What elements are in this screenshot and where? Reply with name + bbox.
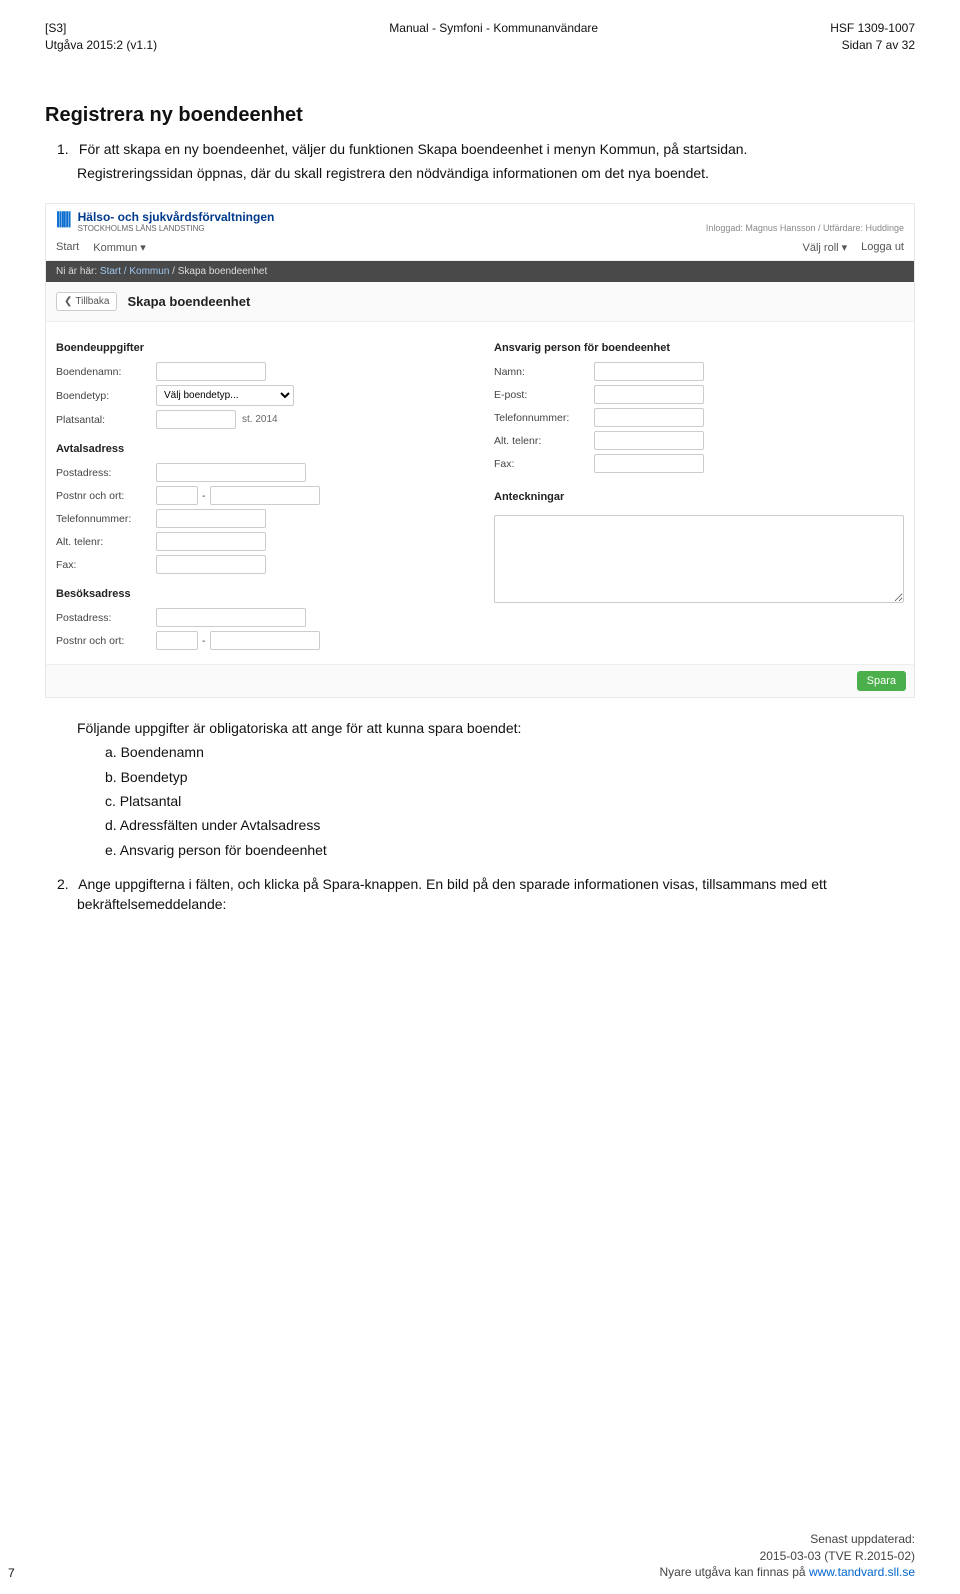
breadcrumb-prefix: Ni är här: — [56, 266, 97, 277]
page-footer: Senast uppdaterad: 2015-03-03 (TVE R.201… — [660, 1531, 915, 1580]
input-b-postnr[interactable] — [156, 631, 198, 650]
group-boendeuppgifter: Boendeuppgifter — [56, 342, 466, 354]
list-item-e: e. Ansvarig person för boendeenhet — [105, 840, 915, 860]
input-ort[interactable] — [210, 486, 320, 505]
footer-link[interactable]: www.tandvard.sll.se — [809, 1565, 915, 1579]
app-top-bar: ⦀⦀ Hälso- och sjukvårdsförvaltningen STO… — [46, 204, 914, 235]
input-fax[interactable] — [156, 555, 266, 574]
list-item-b: b. Boendetyp — [105, 767, 915, 787]
menu-item-logout[interactable]: Logga ut — [861, 241, 904, 254]
brand-subtitle: STOCKHOLMS LÄNS LANDSTING — [78, 224, 275, 233]
header-edition: Utgåva 2015:2 (v1.1) — [45, 37, 157, 54]
group-avtalsadress: Avtalsadress — [56, 443, 466, 455]
dash-1: - — [202, 490, 206, 502]
input-epost[interactable] — [594, 385, 704, 404]
footer-l2: 2015-03-03 (TVE R.2015-02) — [660, 1548, 915, 1564]
label-r-tele: Telefonnummer: — [494, 412, 594, 424]
list-item-a: a. Boendenamn — [105, 742, 915, 762]
header-title: Manual - Symfoni - Kommunanvändare — [157, 20, 830, 37]
footer-l3-pre: Nyare utgåva kan finnas på — [660, 1565, 809, 1579]
para1-text-a: För att skapa en ny boendeenhet, väljer … — [79, 141, 748, 157]
footer-l1: Senast uppdaterad: — [660, 1531, 915, 1547]
para3-text: Ange uppgifterna i fälten, och klicka på… — [77, 876, 827, 912]
header-left: [S3] Utgåva 2015:2 (v1.1) — [45, 20, 157, 54]
form-footer: Spara — [46, 664, 914, 697]
body-paragraph-2: Följande uppgifter är obligatoriska att … — [77, 718, 915, 860]
group-besoksadress: Besöksadress — [56, 588, 466, 600]
chevron-left-icon: ❮ — [64, 296, 72, 307]
dash-2: - — [202, 635, 206, 647]
section-title: Registrera ny boendeenhet — [45, 104, 915, 127]
label-boendetyp: Boendetyp: — [56, 390, 156, 402]
label-boendenamn: Boendenamn: — [56, 366, 156, 378]
input-postnr[interactable] — [156, 486, 198, 505]
breadcrumb-links[interactable]: Start / Kommun — [100, 266, 169, 277]
back-label: Tillbaka — [75, 296, 109, 307]
suffix-platsantal: st. 2014 — [242, 414, 278, 425]
header-docnum: HSF 1309-1007 — [830, 20, 915, 37]
input-r-fax[interactable] — [594, 454, 704, 473]
form-area: Boendeuppgifter Boendenamn: Boendetyp: V… — [46, 322, 914, 664]
back-button[interactable]: ❮ Tillbaka — [56, 292, 117, 311]
para2-intro: Följande uppgifter är obligatoriska att … — [77, 718, 915, 738]
menu-item-start[interactable]: Start — [56, 241, 79, 254]
list-number-1: 1. — [57, 139, 75, 159]
form-left-column: Boendeuppgifter Boendenamn: Boendetyp: V… — [56, 336, 466, 654]
page-heading-row: ❮ Tillbaka Skapa boendeenhet — [46, 282, 914, 322]
label-platsantal: Platsantal: — [56, 414, 156, 426]
doc-header: [S3] Utgåva 2015:2 (v1.1) Manual - Symfo… — [45, 20, 915, 54]
label-r-alt: Alt. telenr: — [494, 435, 594, 447]
page-number: 7 — [8, 1566, 15, 1580]
menu-item-role[interactable]: Välj roll ▾ — [803, 241, 848, 254]
body-paragraph-1: 1. För att skapa en ny boendeenhet, välj… — [77, 139, 915, 184]
label-r-fax: Fax: — [494, 458, 594, 470]
select-boendetyp[interactable]: Välj boendetyp... — [156, 385, 294, 406]
label-postnr: Postnr och ort: — [56, 490, 156, 502]
list-item-c: c. Platsantal — [105, 791, 915, 811]
login-info: Inloggad: Magnus Hansson / Utfärdare: Hu… — [706, 223, 904, 233]
label-b-postnr: Postnr och ort: — [56, 635, 156, 647]
form-right-column: Ansvarig person för boendeenhet Namn: E-… — [494, 336, 904, 654]
input-tele[interactable] — [156, 509, 266, 528]
input-b-ort[interactable] — [210, 631, 320, 650]
input-platsantal[interactable] — [156, 410, 236, 429]
main-menu: Start Kommun ▾ Välj roll ▾ Logga ut — [46, 235, 914, 261]
label-epost: E-post: — [494, 389, 594, 401]
app-screenshot: ⦀⦀ Hälso- och sjukvårdsförvaltningen STO… — [45, 203, 915, 698]
input-b-postadr[interactable] — [156, 608, 306, 627]
input-postadr[interactable] — [156, 463, 306, 482]
group-anteckningar: Anteckningar — [494, 491, 904, 503]
header-center: Manual - Symfoni - Kommunanvändare — [157, 20, 830, 54]
body-paragraph-3: 2. Ange uppgifterna i fälten, och klicka… — [77, 874, 915, 915]
textarea-anteckningar[interactable] — [494, 515, 904, 603]
list-number-2: 2. — [57, 874, 75, 894]
brand: ⦀⦀ Hälso- och sjukvårdsförvaltningen STO… — [56, 210, 274, 233]
list-item-d: d. Adressfälten under Avtalsadress — [105, 815, 915, 835]
input-boendenamn[interactable] — [156, 362, 266, 381]
input-namn[interactable] — [594, 362, 704, 381]
input-r-alt[interactable] — [594, 431, 704, 450]
label-alt: Alt. telenr: — [56, 536, 156, 548]
save-button[interactable]: Spara — [857, 671, 906, 691]
header-page: Sidan 7 av 32 — [830, 37, 915, 54]
menu-item-kommun[interactable]: Kommun ▾ — [93, 241, 146, 254]
label-namn: Namn: — [494, 366, 594, 378]
para1-text-b: Registreringssidan öppnas, där du skall … — [77, 165, 709, 181]
label-b-postadr: Postadress: — [56, 612, 156, 624]
header-right: HSF 1309-1007 Sidan 7 av 32 — [830, 20, 915, 54]
breadcrumb-tail: / Skapa boendeenhet — [172, 266, 267, 277]
input-r-tele[interactable] — [594, 408, 704, 427]
input-alt[interactable] — [156, 532, 266, 551]
header-s3: [S3] — [45, 20, 157, 37]
label-tele: Telefonnummer: — [56, 513, 156, 525]
group-ansvarig: Ansvarig person för boendeenhet — [494, 342, 904, 354]
page-title: Skapa boendeenhet — [127, 294, 250, 309]
label-postadr: Postadress: — [56, 467, 156, 479]
brand-logo-icon: ⦀⦀ — [56, 210, 70, 233]
label-fax: Fax: — [56, 559, 156, 571]
brand-title: Hälso- och sjukvårdsförvaltningen — [78, 210, 275, 224]
breadcrumb: Ni är här: Start / Kommun / Skapa boende… — [46, 261, 914, 282]
